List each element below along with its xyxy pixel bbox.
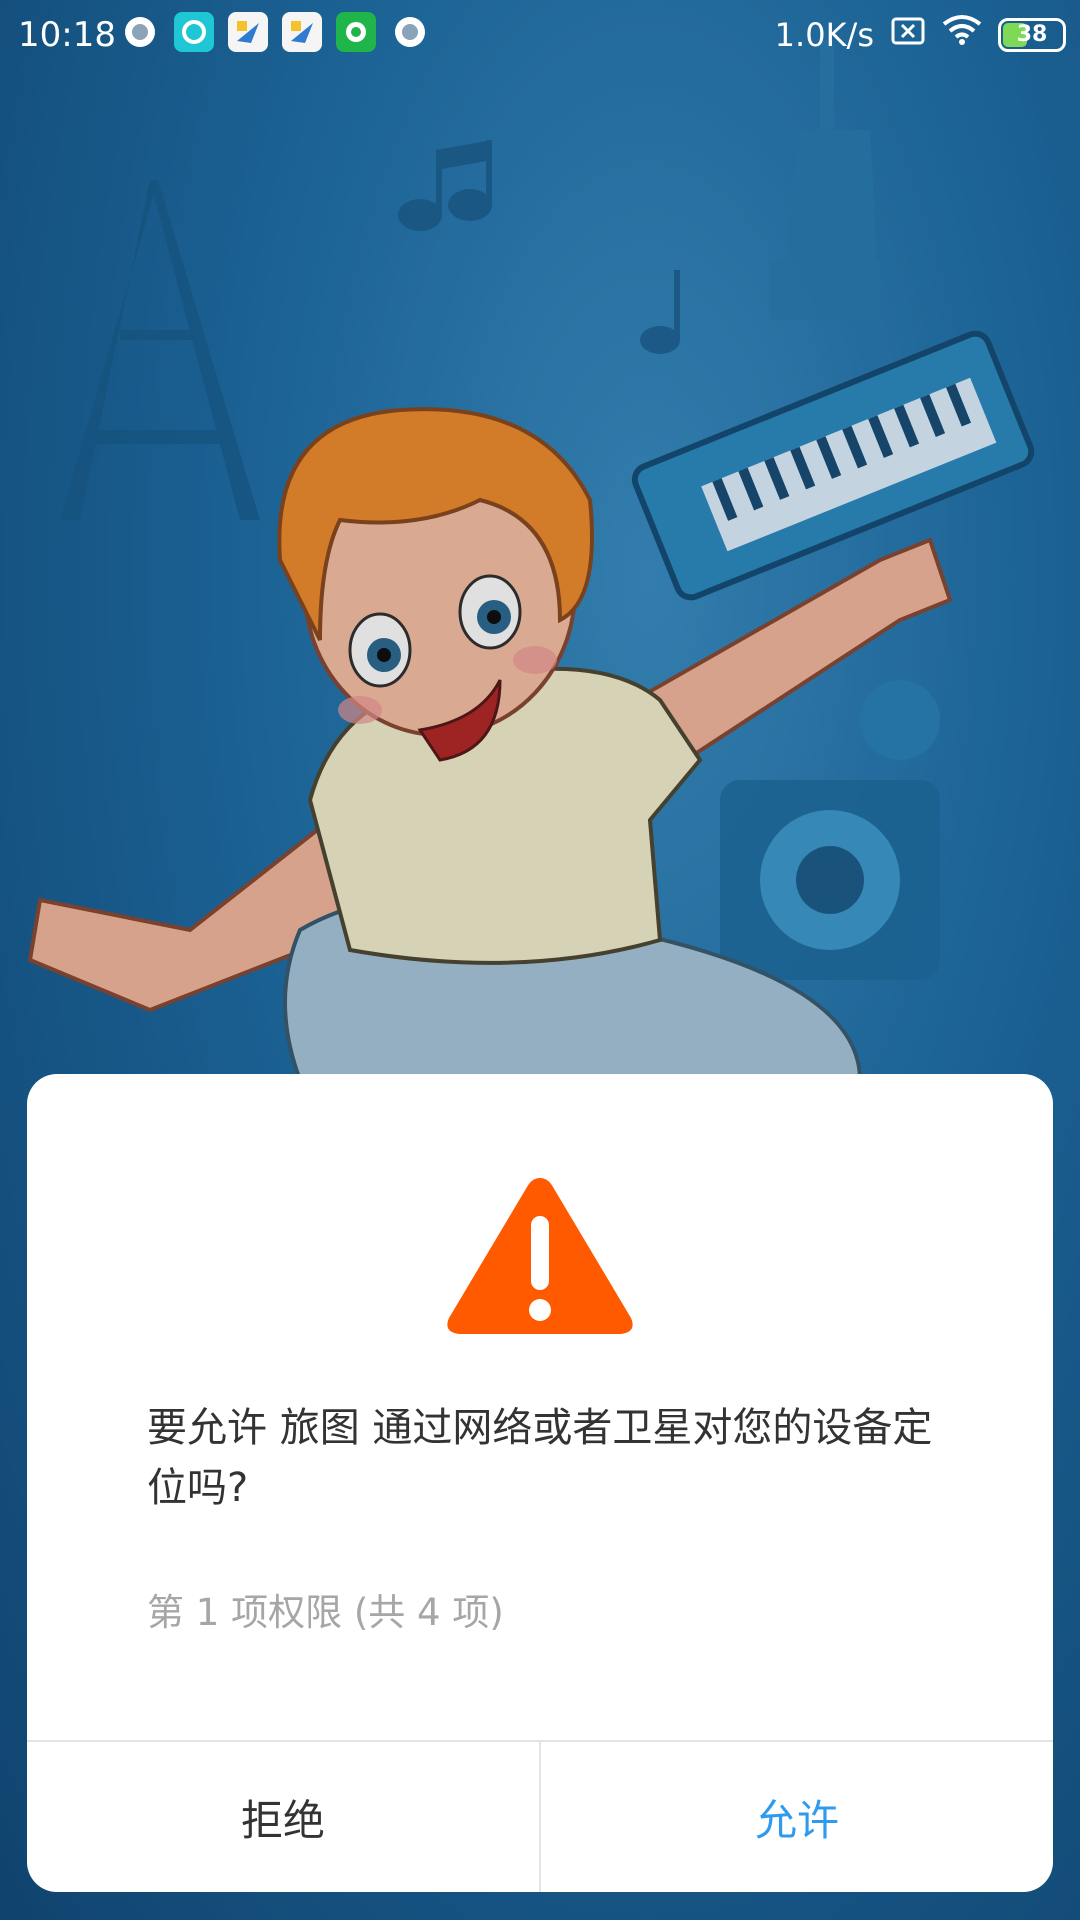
notification-icons [120, 12, 430, 52]
app-icon [174, 12, 214, 52]
travel-icon [282, 12, 322, 52]
circle-icon [390, 12, 430, 52]
permission-progress: 第 1 项权限 (共 4 项) [147, 1591, 504, 1634]
permission-dialog: 要允许 旅图 通过网络或者卫星对您的设备定位吗? 第 1 项权限 (共 4 项)… [27, 1074, 1053, 1892]
permission-message: 要允许 旅图 通过网络或者卫星对您的设备定位吗? [147, 1405, 933, 1511]
status-right: 1.0K/s 38 [775, 14, 1066, 55]
status-time: 10:18 [18, 15, 116, 55]
allow-button[interactable]: 允许 [541, 1742, 1053, 1892]
network-speed: 1.0K/s [774, 15, 874, 54]
deny-button[interactable]: 拒绝 [27, 1742, 541, 1892]
no-sim-icon [890, 15, 926, 55]
wifi-icon [942, 14, 982, 55]
dialog-buttons: 拒绝 允许 [27, 1740, 1053, 1892]
battery-level: 38 [1016, 22, 1048, 47]
travel-icon [228, 12, 268, 52]
status-bar: 10:18 1.0K/s 38 [0, 0, 1080, 72]
battery-icon: 38 [998, 17, 1066, 52]
wechat-icon [336, 12, 376, 52]
warning-icon [447, 1178, 633, 1334]
circle-icon [120, 12, 160, 52]
